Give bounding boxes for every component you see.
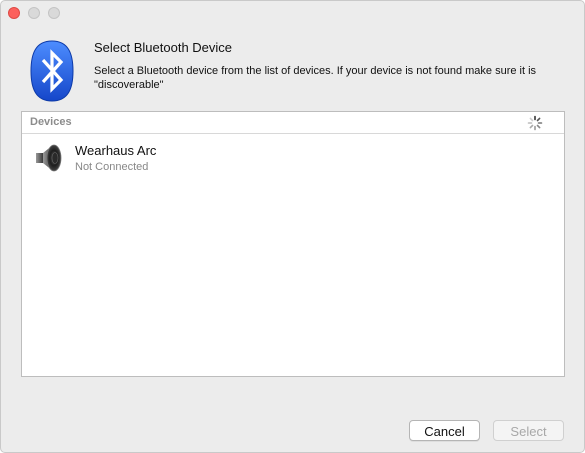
device-list-item[interactable]: Wearhaus Arc Not Connected bbox=[22, 140, 564, 180]
speaker-icon bbox=[36, 144, 62, 172]
zoom-window-button[interactable] bbox=[48, 7, 60, 19]
close-window-button[interactable] bbox=[8, 7, 20, 19]
device-status: Not Connected bbox=[75, 161, 149, 173]
minimize-window-button[interactable] bbox=[28, 7, 40, 19]
title-bar bbox=[1, 1, 584, 23]
bluetooth-dialog-window: Select Bluetooth Device Select a Bluetoo… bbox=[0, 0, 585, 453]
devices-list-header: Devices bbox=[22, 112, 564, 134]
devices-header-label: Devices bbox=[30, 116, 72, 128]
loading-spinner-icon bbox=[527, 115, 543, 131]
devices-list-panel: Devices Wearhaus Arc Not Connected bbox=[21, 111, 565, 377]
bluetooth-icon bbox=[30, 40, 74, 102]
cancel-button[interactable]: Cancel bbox=[409, 420, 480, 441]
dialog-description: Select a Bluetooth device from the list … bbox=[94, 65, 537, 91]
select-button[interactable]: Select bbox=[493, 420, 564, 441]
device-name: Wearhaus Arc bbox=[75, 143, 157, 158]
dialog-title: Select Bluetooth Device bbox=[94, 40, 233, 55]
